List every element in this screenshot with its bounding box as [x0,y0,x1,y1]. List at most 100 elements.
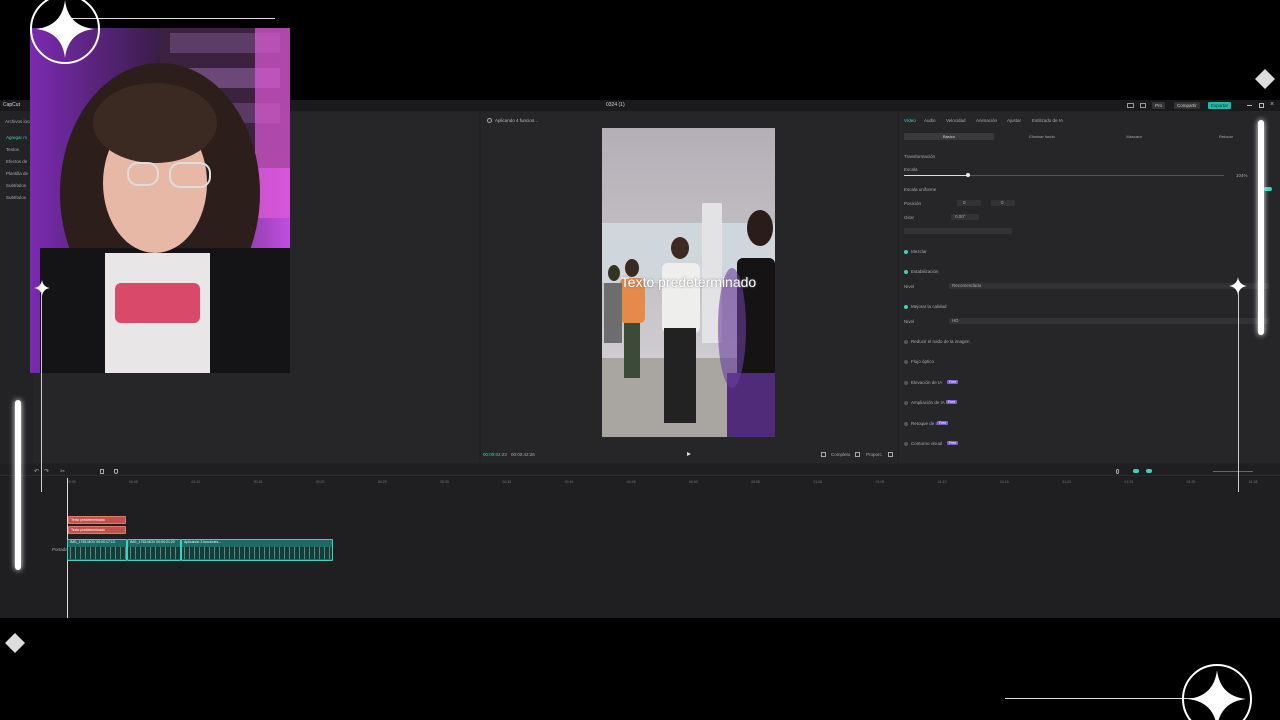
export-button[interactable]: Exportar [1208,102,1232,109]
player-panel: Aplicando 4 funcion... Texto predetermin… [481,111,897,463]
noise-toggle[interactable] [904,340,908,344]
quality-select[interactable]: Completo [831,452,850,457]
maximize-icon[interactable] [1259,103,1264,108]
position-x-field[interactable]: 0 [957,200,981,206]
nav-item-subtitles-2[interactable]: Subtítulos [6,195,26,200]
visual-label: Contorno visual [911,441,943,446]
split-icon[interactable]: ✂ [60,468,65,475]
redo-icon[interactable]: ↷ [44,468,49,475]
stabilize-level-select[interactable]: Recomendado [949,283,1269,289]
video-clip-3[interactable]: Aplicando 3 funciones... [181,539,333,561]
timeline-tick: 00:35 [502,480,512,484]
fullscreen-icon[interactable] [821,452,826,457]
player-status: Aplicando 4 funcion... [495,118,539,123]
subtab-basic[interactable]: Básico [904,133,994,140]
crop-icon[interactable] [855,452,860,457]
minimize-icon[interactable] [1247,105,1252,106]
layout-icon[interactable] [1127,103,1134,108]
decor-bar-right [1258,120,1264,335]
pro-button[interactable]: Pro [1152,102,1166,109]
undo-icon[interactable]: ↶ [34,468,39,475]
blend-toggle[interactable] [904,250,908,254]
position-label: Posición [904,201,922,206]
video-clip-3-wave [182,547,332,559]
nav-item-text[interactable]: Textos [6,147,19,152]
quality-toggle[interactable] [904,305,908,309]
overlay-text[interactable]: Texto predeterminado [602,274,775,290]
visual-toggle[interactable] [904,442,908,446]
timeline-tick: 00:05 [129,480,138,484]
video-frame[interactable]: Texto predeterminado [602,128,775,437]
scale-slider-fill [904,175,968,176]
tab-ai-style[interactable]: Estilizado de IA [1032,118,1063,123]
nav-item-templates[interactable]: Plantilla de [6,171,28,176]
rotate-field[interactable]: 0.00° [951,214,979,220]
text-clip-1[interactable]: Texto predeterminado [68,516,126,524]
nav-item-subtitles[interactable]: Subtítulos [6,183,26,188]
timeline-tick: 00:00 [67,480,76,484]
quality-level-label: Nivel [904,319,915,324]
star-left-icon [34,280,50,296]
close-icon[interactable]: × [1270,101,1274,108]
subtab-mask[interactable]: Máscara [1089,133,1179,140]
expand-icon[interactable] [888,452,893,457]
properties-panel: Vídeo Audio Velocidad Animación Ajustar … [899,111,1280,463]
video-clip-1-label: IMG_1753.MOV 00:00:17:13 [70,540,115,544]
quality-level-value: HD [952,318,959,323]
stabilize-label: Estabilización [911,269,939,274]
nav-item-media[interactable]: Agregar m [6,135,27,140]
flicker-toggle[interactable] [904,360,908,364]
decor-line-left [41,292,42,492]
stabilize-level-value: Recomendado [952,283,982,288]
cover-label[interactable]: Portada [52,547,68,552]
timeline-tick: 00:25 [378,480,387,484]
subtab-remove-bg[interactable]: Eliminar fondo [997,133,1087,140]
ai-elevate-badge: Free [947,380,959,384]
stabilize-toggle[interactable] [904,270,908,274]
noise-label: Reducir el ruido de la imagen [911,339,970,344]
ai-elevate-toggle[interactable] [904,381,908,385]
tab-audio[interactable]: Audio [924,118,936,123]
tab-animation[interactable]: Animación [976,118,997,123]
timeline-tick: 01:30 [1186,480,1196,484]
text-clip-2[interactable]: Texto predeterminado [68,526,126,534]
nav-item-effects[interactable]: Efectos de [6,159,27,164]
sparkle-top-left-icon [30,0,100,64]
flicker-label: Flujo óptico [911,359,935,364]
tab-adjust[interactable]: Ajustar [1007,118,1021,123]
video-clip-2[interactable]: IMG_1753.MOV 00:00:21:20 [127,539,181,561]
timeline-tick: 01:15 [1000,480,1009,484]
rotate-label: Girar [904,215,914,220]
quality-label: Mejorar la calidad [911,304,947,309]
timeline-tick: 00:50 [689,480,698,484]
video-clip-1[interactable]: IMG_1753.MOV 00:00:17:13 [67,539,127,561]
timeline-tick: 00:45 [626,480,636,484]
position-y-field[interactable]: 0 [991,200,1015,206]
ai-expand-badge: Free [946,400,958,404]
tab-video[interactable]: Vídeo [904,118,916,123]
timeline-tick: 01:20 [1062,480,1071,484]
ai-expand-toggle[interactable] [904,401,908,405]
timeline-tick: 00:30 [440,480,449,484]
webcam-feed [30,28,290,373]
ratio-select[interactable]: Proporc. [866,452,883,457]
visual-badge: Free [947,441,959,445]
align-buttons[interactable] [904,228,1012,234]
diamond-left-icon [5,633,25,653]
ai-retouch-toggle[interactable] [904,422,908,426]
webcam-overlay [30,28,290,373]
scale-slider[interactable] [904,173,1224,177]
play-icon[interactable] [687,452,691,456]
tab-speed[interactable]: Velocidad [946,118,966,123]
quality-level-select[interactable]: HD [949,318,1269,324]
uniform-scale-toggle[interactable] [1264,187,1272,191]
timeline-tick: 01:05 [875,480,885,484]
ai-retouch-label: Retoque de IA [911,421,940,426]
decor-line-right [1238,292,1239,492]
share-button[interactable]: Compartir [1174,102,1200,109]
video-clip-1-wave [68,547,126,559]
scale-value[interactable]: 104% [1236,173,1248,178]
scale-slider-knob[interactable] [966,173,970,177]
timeline-tick: 00:20 [315,480,325,484]
monitor-icon[interactable] [1140,103,1146,108]
